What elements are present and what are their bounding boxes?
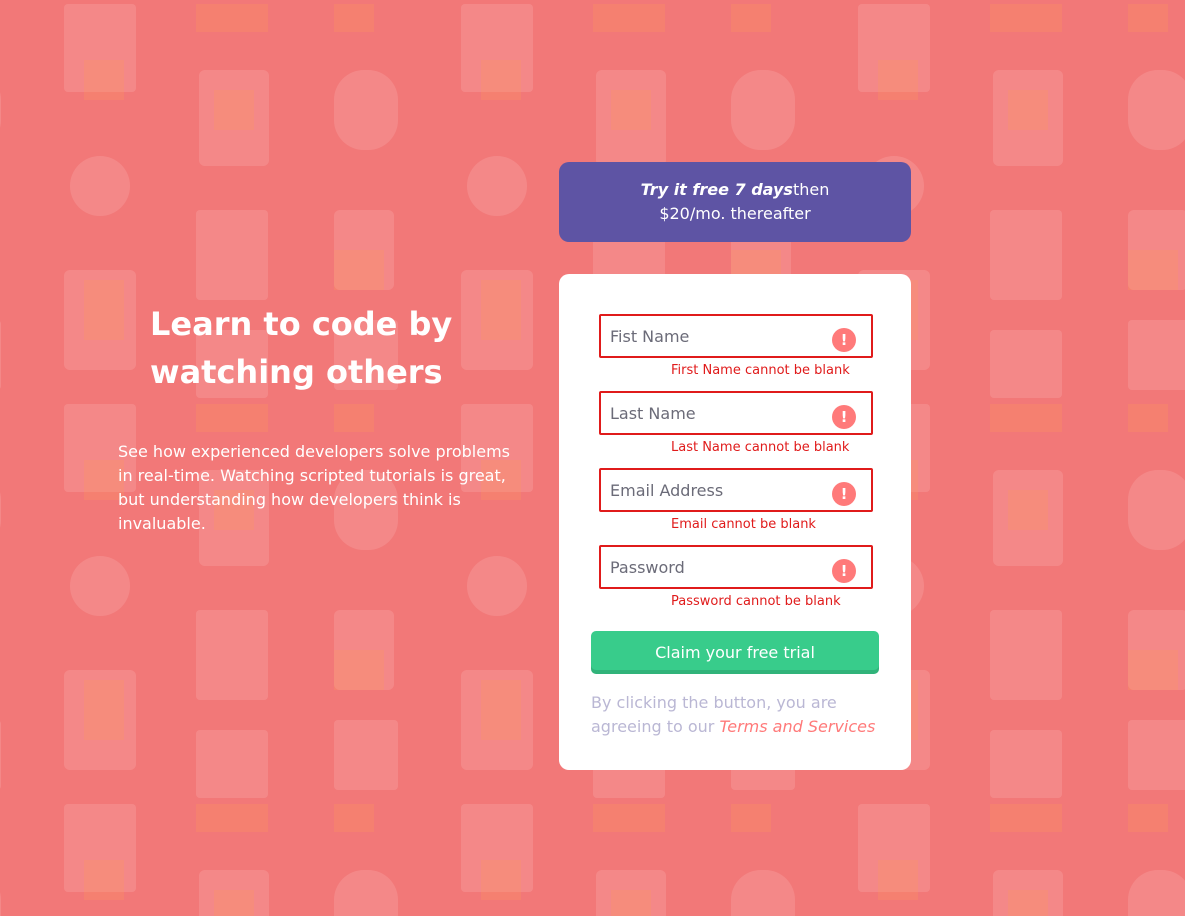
email-field: !	[599, 468, 873, 512]
promo-banner: Try it free 7 daysthen $20/mo. thereafte…	[559, 162, 911, 242]
hero-description: See how experienced developers solve pro…	[118, 442, 511, 533]
promo-line-1: Try it free 7 daysthen	[559, 178, 911, 202]
promo-then: then	[792, 180, 830, 199]
hero-section: Learn to code by watching others See how…	[118, 300, 518, 536]
last-name-field: !	[599, 391, 873, 435]
error-exclamation-icon: !	[832, 328, 856, 352]
terms-link[interactable]: Terms and Services	[719, 717, 875, 736]
claim-free-trial-button[interactable]: Claim your free trial	[591, 631, 879, 674]
first-name-field: !	[599, 314, 873, 358]
password-error: Password cannot be blank	[671, 594, 841, 609]
promo-price: $20/mo. thereafter	[659, 204, 811, 223]
signup-form: ! First Name cannot be blank ! Last Name…	[559, 274, 911, 770]
last-name-error: Last Name cannot be blank	[671, 440, 850, 455]
password-field: !	[599, 545, 873, 589]
first-name-error: First Name cannot be blank	[671, 363, 850, 378]
terms-notice: By clicking the button, you are agreeing…	[591, 691, 891, 739]
error-exclamation-icon: !	[832, 482, 856, 506]
hero-title: Learn to code by watching others	[150, 305, 453, 391]
email-error: Email cannot be blank	[671, 517, 816, 532]
error-exclamation-icon: !	[832, 405, 856, 429]
error-exclamation-icon: !	[832, 559, 856, 583]
promo-highlight: Try it free 7 days	[640, 180, 793, 199]
